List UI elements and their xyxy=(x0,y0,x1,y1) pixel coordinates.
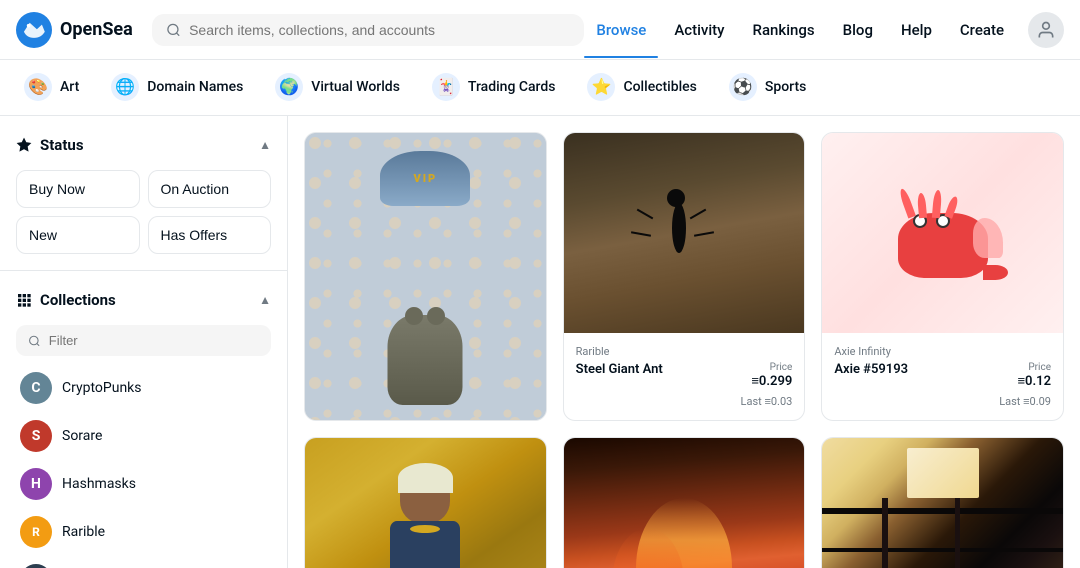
tab-art[interactable]: 🎨 Art xyxy=(8,60,95,116)
nft-price-label-1: Price xyxy=(751,362,792,373)
status-section: Status ▲ Buy Now On Auction New Has Offe… xyxy=(0,116,287,271)
nft-name-1: Steel Giant Ant xyxy=(576,362,663,377)
nav-help[interactable]: Help xyxy=(889,13,944,47)
collection-item-superrare[interactable]: SR SuperRare xyxy=(16,556,271,568)
nft-card-1[interactable]: Rarible Steel Giant Ant Price ≡0.299 Las… xyxy=(563,132,806,421)
art-icon: 🎨 xyxy=(24,73,52,101)
nav-blog[interactable]: Blog xyxy=(831,13,885,47)
nft-grid-area: VIP Rarible Diamont Bear Price ≡0.499 xyxy=(288,116,1080,568)
sorare-avatar: S xyxy=(20,420,52,452)
domain-icon: 🌐 xyxy=(111,73,139,101)
nft-image-2 xyxy=(822,133,1063,333)
collections-section: Collections ▲ C CryptoPunks S Sorare xyxy=(0,271,287,568)
nft-name-2: Axie #59193 xyxy=(834,362,908,377)
has-offers-button[interactable]: Has Offers xyxy=(148,216,272,254)
nft-card-5[interactable]: SuperRare Industrial Space xyxy=(821,437,1064,568)
nft-price-2: ≡0.12 xyxy=(1017,373,1051,389)
star-icon xyxy=(16,137,32,153)
nft-image-1 xyxy=(564,133,805,333)
nav-links: Browse Activity Rankings Blog Help Creat… xyxy=(584,12,1064,48)
collection-item-rarible[interactable]: R Rarible xyxy=(16,508,271,556)
virtual-worlds-icon: 🌍 xyxy=(275,73,303,101)
new-button[interactable]: New xyxy=(16,216,140,254)
tab-collectibles[interactable]: ⭐ Collectibles xyxy=(571,60,712,116)
nft-image-3 xyxy=(305,438,546,568)
nft-collection-2: Axie Infinity xyxy=(834,345,1051,358)
logo-area[interactable]: OpenSea xyxy=(16,12,136,48)
nft-last-1: ≡0.03 xyxy=(764,395,792,408)
hashmasks-avatar: H xyxy=(20,468,52,500)
collection-item-cryptopunks[interactable]: C CryptoPunks xyxy=(16,364,271,412)
tab-trading-cards[interactable]: 🃏 Trading Cards xyxy=(416,60,572,116)
nav-browse[interactable]: Browse xyxy=(584,13,658,47)
collection-item-hashmasks[interactable]: H Hashmasks xyxy=(16,460,271,508)
category-tabs: 🎨 Art 🌐 Domain Names 🌍 Virtual Worlds 🃏 … xyxy=(0,60,1080,116)
superrare-avatar: SR xyxy=(20,564,52,568)
nft-card-3[interactable]: Rarible Portrait Study xyxy=(304,437,547,568)
nft-card-4[interactable]: Rarible Fire Abstract xyxy=(563,437,806,568)
rarible-name: Rarible xyxy=(62,524,105,540)
filter-search-icon xyxy=(28,334,41,348)
nav-activity[interactable]: Activity xyxy=(662,13,736,47)
nav-create[interactable]: Create xyxy=(948,13,1016,47)
nft-info-0: Rarible Diamont Bear Price ≡0.499 Last ≡… xyxy=(305,420,546,421)
trading-cards-icon: 🃏 xyxy=(432,73,460,101)
tab-virtual-worlds[interactable]: 🌍 Virtual Worlds xyxy=(259,60,416,116)
status-header[interactable]: Status ▲ xyxy=(16,132,271,158)
grid-icon xyxy=(16,292,32,308)
collections-header[interactable]: Collections ▲ xyxy=(16,287,271,313)
nft-grid: VIP Rarible Diamont Bear Price ≡0.499 xyxy=(304,132,1064,568)
nft-info-2: Axie Infinity Axie #59193 Price ≡0.12 La… xyxy=(822,333,1063,420)
search-input[interactable] xyxy=(189,22,570,38)
hashmasks-name: Hashmasks xyxy=(62,476,136,492)
cryptopunks-name: CryptoPunks xyxy=(62,380,142,396)
status-buttons: Buy Now On Auction New Has Offers xyxy=(16,170,271,254)
avatar[interactable] xyxy=(1028,12,1064,48)
nft-last-2: ≡0.09 xyxy=(1023,395,1051,408)
collections-search[interactable] xyxy=(16,325,271,356)
nft-image-5 xyxy=(822,438,1063,568)
search-icon xyxy=(166,22,181,38)
user-icon xyxy=(1036,20,1056,40)
collections-chevron-icon: ▲ xyxy=(259,293,271,307)
nft-image-4 xyxy=(564,438,805,568)
status-chevron-icon: ▲ xyxy=(259,138,271,152)
collection-list: C CryptoPunks S Sorare H Hashmasks R Rar… xyxy=(16,364,271,568)
logo-text: OpenSea xyxy=(60,19,133,40)
nft-price-label-2: Price xyxy=(1017,362,1051,373)
sidebar: Status ▲ Buy Now On Auction New Has Offe… xyxy=(0,116,288,568)
nft-last-label-1: Last xyxy=(741,395,765,408)
tab-sports[interactable]: ⚽ Sports xyxy=(713,60,822,116)
collections-filter-input[interactable] xyxy=(49,333,259,348)
nav-rankings[interactable]: Rankings xyxy=(741,13,827,47)
rarible-avatar: R xyxy=(20,516,52,548)
tab-domain-names[interactable]: 🌐 Domain Names xyxy=(95,60,259,116)
buy-now-button[interactable]: Buy Now xyxy=(16,170,140,208)
sorare-name: Sorare xyxy=(62,428,102,444)
opensea-logo-icon xyxy=(16,12,52,48)
header: OpenSea Browse Activity Rankings Blog He… xyxy=(0,0,1080,60)
search-bar[interactable] xyxy=(152,14,584,46)
cryptopunks-avatar: C xyxy=(20,372,52,404)
nft-card-0[interactable]: VIP Rarible Diamont Bear Price ≡0.499 xyxy=(304,132,547,421)
nft-image-0: VIP xyxy=(305,133,546,420)
nft-card-2[interactable]: Axie Infinity Axie #59193 Price ≡0.12 La… xyxy=(821,132,1064,421)
nft-info-1: Rarible Steel Giant Ant Price ≡0.299 Las… xyxy=(564,333,805,420)
collectibles-icon: ⭐ xyxy=(587,73,615,101)
collection-item-sorare[interactable]: S Sorare xyxy=(16,412,271,460)
main-layout: Status ▲ Buy Now On Auction New Has Offe… xyxy=(0,116,1080,568)
sports-icon: ⚽ xyxy=(729,73,757,101)
on-auction-button[interactable]: On Auction xyxy=(148,170,272,208)
nft-price-1: ≡0.299 xyxy=(751,373,792,389)
nft-collection-1: Rarible xyxy=(576,345,793,358)
nft-last-label-2: Last xyxy=(999,395,1023,408)
